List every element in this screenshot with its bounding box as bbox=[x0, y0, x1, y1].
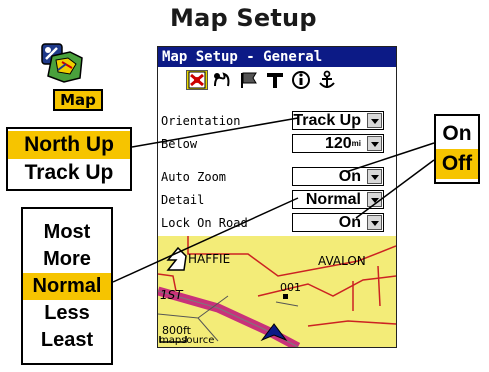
auto-zoom-select[interactable]: On bbox=[292, 167, 384, 186]
map-marine-tab[interactable] bbox=[316, 70, 338, 90]
lock-on-road-value: On bbox=[338, 214, 361, 231]
orientation-select[interactable]: Track Up bbox=[292, 111, 384, 130]
map-label-haffie: HAFFIE bbox=[188, 252, 231, 266]
orientation-option-track-up[interactable]: Track Up bbox=[8, 159, 130, 187]
map-general-tab-icon bbox=[188, 71, 206, 89]
setup-tab-row bbox=[158, 67, 396, 92]
map-text-tab[interactable] bbox=[264, 70, 286, 90]
option-off[interactable]: Off bbox=[436, 149, 478, 179]
map-points-tab[interactable] bbox=[238, 70, 260, 90]
detail-option-more[interactable]: More bbox=[23, 246, 111, 273]
auto-zoom-label: Auto Zoom bbox=[161, 170, 227, 184]
lock-on-road-label: Lock On Road bbox=[161, 216, 248, 230]
chevron-down-icon bbox=[367, 136, 382, 151]
city-marker-icon bbox=[166, 246, 187, 271]
below-label: Below bbox=[161, 137, 198, 151]
orientation-option-north-up[interactable]: North Up bbox=[8, 131, 130, 159]
map-information-tab-icon bbox=[292, 71, 310, 89]
map-source-label: mapsource bbox=[159, 335, 215, 346]
chevron-down-icon bbox=[367, 215, 382, 230]
auto-zoom-value: On bbox=[338, 168, 361, 185]
orientation-options-callout: North Up Track Up bbox=[6, 127, 132, 191]
screen-title: Map Setup - General bbox=[158, 47, 396, 67]
detail-option-least[interactable]: Least bbox=[23, 327, 111, 354]
chevron-down-icon bbox=[367, 169, 382, 184]
map-preview[interactable]: HAFFIE AVALON 001 1ST 800ft mapsource bbox=[158, 236, 396, 347]
settings-panel: Orientation Track Up Below 120mi Auto Zo… bbox=[158, 92, 396, 236]
map-label-avalon: AVALON bbox=[318, 254, 366, 268]
detail-option-most[interactable]: Most bbox=[23, 219, 111, 246]
chevron-down-icon bbox=[367, 192, 382, 207]
detail-options-callout: Most More Normal Less Least bbox=[21, 207, 113, 365]
waypoint-label: 001 bbox=[280, 281, 301, 294]
detail-label: Detail bbox=[161, 193, 205, 207]
page-heading: Map Setup bbox=[170, 4, 317, 32]
street-label: 1ST bbox=[160, 288, 183, 302]
map-app-icon[interactable] bbox=[40, 42, 84, 84]
map-tracks-tab-icon bbox=[214, 72, 230, 87]
map-points-tab-icon bbox=[241, 72, 257, 88]
map-tracks-tab[interactable] bbox=[212, 70, 234, 90]
map-setup-screen: Map Setup - General Orientation Track Up… bbox=[157, 46, 397, 348]
lock-on-road-select[interactable]: On bbox=[292, 213, 384, 232]
orientation-label: Orientation bbox=[161, 114, 241, 128]
orientation-value: Track Up bbox=[293, 112, 361, 129]
option-on[interactable]: On bbox=[436, 119, 478, 149]
detail-value: Normal bbox=[305, 191, 361, 208]
on-off-options-callout: On Off bbox=[434, 114, 480, 184]
map-information-tab[interactable] bbox=[290, 70, 312, 90]
detail-select[interactable]: Normal bbox=[292, 190, 384, 209]
chevron-down-icon bbox=[367, 113, 382, 128]
app-label: Map bbox=[53, 89, 103, 111]
map-general-tab[interactable] bbox=[186, 70, 208, 90]
below-value: 120 bbox=[324, 135, 352, 152]
map-marine-tab-icon bbox=[319, 70, 335, 88]
below-zoom-select[interactable]: 120mi bbox=[292, 134, 384, 153]
map-text-tab-icon bbox=[267, 73, 283, 88]
detail-option-normal[interactable]: Normal bbox=[23, 273, 111, 300]
below-unit: mi bbox=[351, 139, 361, 148]
detail-option-less[interactable]: Less bbox=[23, 300, 111, 327]
